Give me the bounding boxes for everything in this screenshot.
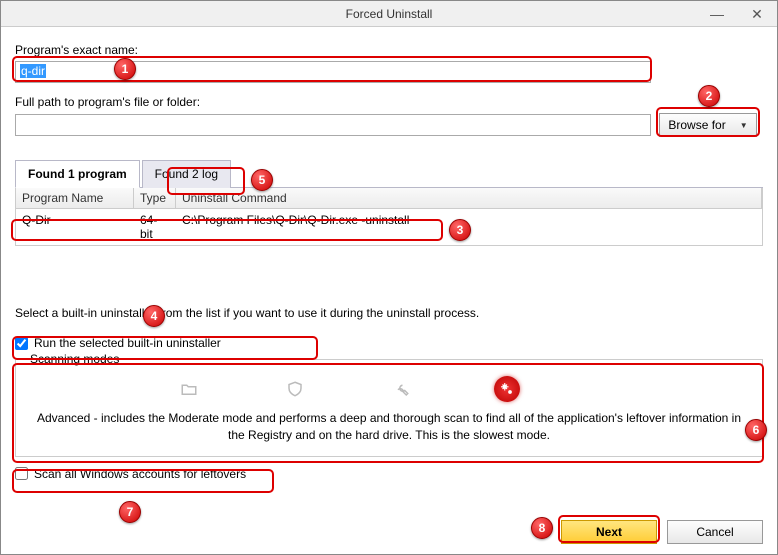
window-title: Forced Uninstall bbox=[346, 7, 433, 21]
browse-label: Browse for bbox=[668, 118, 725, 132]
col-uninstall-cmd[interactable]: Uninstall Command bbox=[176, 188, 762, 208]
path-label: Full path to program's file or folder: bbox=[15, 95, 763, 109]
col-program-name[interactable]: Program Name bbox=[16, 188, 134, 208]
window-controls: — ✕ bbox=[697, 1, 777, 27]
tabs: Found 1 program Found 2 log bbox=[15, 159, 763, 188]
path-input[interactable] bbox=[15, 114, 651, 136]
callout-7: 7 bbox=[119, 501, 141, 523]
cell-type: 64-bit bbox=[134, 211, 176, 243]
program-name-input[interactable]: q-dir bbox=[15, 61, 651, 83]
footer-buttons: Next Cancel bbox=[561, 520, 763, 544]
folder-icon[interactable] bbox=[176, 376, 202, 402]
instruction-text: Select a built-in uninstaller from the l… bbox=[15, 306, 763, 320]
callout-8: 8 bbox=[531, 517, 553, 539]
run-builtin-label: Run the selected built-in uninstaller bbox=[34, 336, 221, 350]
next-button[interactable]: Next bbox=[561, 520, 657, 544]
chevron-down-icon: ▼ bbox=[740, 121, 748, 130]
close-button[interactable]: ✕ bbox=[737, 1, 777, 27]
run-builtin-checkbox-row[interactable]: Run the selected built-in uninstaller bbox=[15, 336, 763, 350]
minimize-button[interactable]: — bbox=[697, 1, 737, 27]
run-builtin-checkbox[interactable] bbox=[15, 337, 28, 350]
tab-found-log[interactable]: Found 2 log bbox=[142, 160, 231, 188]
cell-name: Q-Dir bbox=[16, 211, 134, 243]
scan-all-checkbox[interactable] bbox=[15, 467, 28, 480]
gears-icon[interactable] bbox=[494, 376, 520, 402]
shield-icon[interactable] bbox=[282, 376, 308, 402]
scanning-modes-legend: Scanning modes bbox=[26, 352, 123, 366]
titlebar: Forced Uninstall — ✕ bbox=[1, 1, 777, 27]
content: Program's exact name: q-dir Full path to… bbox=[1, 27, 777, 487]
tab-found-program[interactable]: Found 1 program bbox=[15, 160, 140, 188]
scan-all-label: Scan all Windows accounts for leftovers bbox=[34, 467, 246, 481]
wrench-icon[interactable] bbox=[388, 376, 414, 402]
scanning-modes-group: Scanning modes Advanced - includes the M… bbox=[15, 352, 763, 457]
col-type[interactable]: Type bbox=[134, 188, 176, 208]
mode-description: Advanced - includes the Moderate mode an… bbox=[26, 410, 752, 444]
table-header: Program Name Type Uninstall Command bbox=[16, 188, 762, 209]
results-table: Program Name Type Uninstall Command Q-Di… bbox=[15, 188, 763, 246]
program-name-value: q-dir bbox=[20, 64, 46, 78]
table-row[interactable]: Q-Dir 64-bit C:\Program Files\Q-Dir\Q-Di… bbox=[16, 209, 762, 245]
program-name-label: Program's exact name: bbox=[15, 43, 763, 57]
mode-icons-row bbox=[26, 372, 752, 410]
browse-button[interactable]: Browse for ▼ bbox=[659, 113, 757, 137]
scan-all-checkbox-row[interactable]: Scan all Windows accounts for leftovers bbox=[15, 467, 763, 481]
cell-cmd: C:\Program Files\Q-Dir\Q-Dir.exe -uninst… bbox=[176, 211, 762, 243]
cancel-button[interactable]: Cancel bbox=[667, 520, 763, 544]
